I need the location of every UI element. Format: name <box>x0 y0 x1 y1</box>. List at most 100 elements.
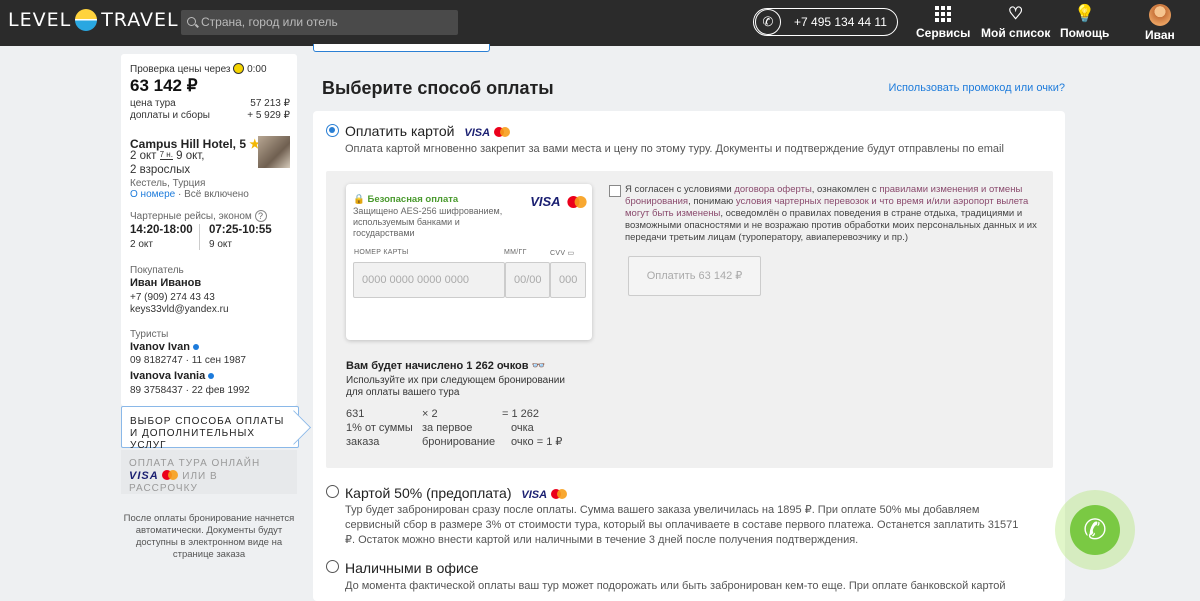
clock-icon <box>233 63 245 74</box>
top-bar: LEVEL TRAVEL Страна, город или отель ✆ +… <box>0 0 1200 46</box>
flights-label-text: Чартерные рейсы, эконом <box>130 211 252 222</box>
agree-text-1: Я согласен с условиями <box>625 184 735 195</box>
tourist-2-doc: 89 3758437 · 22 фев 1992 <box>130 385 250 396</box>
buyer-name: Иван Иванов <box>130 277 202 289</box>
step-payment-method[interactable]: ВЫБОР СПОСОБА ОПЛАТЫ И ДОПОЛНИТЕЛЬНЫХ УС… <box>121 406 299 451</box>
promo-link[interactable]: Использовать промокод или очки? <box>889 82 1065 94</box>
hotel-name-text: Campus Hill Hotel, 5 <box>130 137 247 151</box>
previous-section-edge <box>313 44 490 52</box>
calc-col-3: = 1 262 очка очко = 1 ₽ <box>502 407 562 449</box>
lightbulb-icon: 💡 <box>1074 4 1096 23</box>
price-check-label: Проверка цены через <box>130 64 231 75</box>
calc-b1: × 2 <box>422 408 438 420</box>
phone-button[interactable]: ✆ +7 495 134 44 11 <box>753 8 898 36</box>
expiry-input[interactable]: 00/00 <box>505 262 550 298</box>
pay-button[interactable]: Оплатить 63 142 ₽ <box>628 256 761 296</box>
step1-line1: ВЫБОР СПОСОБА ОПЛАТЫ <box>130 416 285 427</box>
price-check-timer: Проверка цены через 0:00 <box>130 63 267 75</box>
room-meal: О номере · Всё включено <box>130 189 249 200</box>
tour-price-label: цена тура <box>130 98 176 109</box>
tourist-1-name: Ivanov Ivan <box>130 341 199 353</box>
phone-number: +7 495 134 44 11 <box>794 15 887 29</box>
sun-logo-icon <box>75 9 98 31</box>
radio-card[interactable] <box>326 124 339 137</box>
flight-back-date: 9 окт <box>209 239 232 250</box>
nav-my-list[interactable]: ♡ Мой список <box>981 4 1050 40</box>
card-brands: VISA <box>530 193 587 211</box>
price-check-time: 0:00 <box>247 64 267 75</box>
option-cash-desc: До момента фактической оплаты ваш тур мо… <box>345 580 1006 592</box>
buyer-label: Покупатель <box>130 265 184 276</box>
option-card-desc: Оплата картой мгновенно закрепит за вами… <box>345 143 1004 155</box>
trip-dates: 2 окт 7 н. 9 окт, <box>130 150 204 162</box>
card-number-input[interactable]: 0000 0000 0000 0000 <box>353 262 505 298</box>
tourist-2-name-text: Ivanova Ivania <box>130 370 206 382</box>
agree-checkbox[interactable] <box>609 185 621 197</box>
tour-price-value: 57 213 ₽ <box>250 98 290 109</box>
help-icon[interactable]: ? <box>254 210 267 222</box>
date-from: 2 окт <box>130 150 157 162</box>
calc-a2: 1% от суммы <box>346 422 413 434</box>
secure-desc: Защищено AES-256 шифрованием, используем… <box>353 206 503 238</box>
nav-help-label: Помощь <box>1060 26 1110 40</box>
points-title-text: Вам будет начислено 1 262 очков <box>346 360 529 372</box>
logo[interactable]: LEVEL TRAVEL <box>8 9 179 31</box>
nav-services[interactable]: Сервисы <box>916 4 970 40</box>
hotel-thumbnail[interactable] <box>258 136 290 168</box>
card-number-label: НОМЕР КАРТЫ <box>354 249 409 256</box>
option-card[interactable]: Оплатить картой VISA <box>345 123 510 139</box>
fees-row: доплаты и сборы + 5 929 ₽ <box>130 110 290 121</box>
flights-label: Чартерные рейсы, эконом ? <box>130 210 267 222</box>
heart-icon: ♡ <box>1008 4 1024 23</box>
radio-half-payment[interactable] <box>326 485 339 498</box>
grid-icon <box>935 6 952 22</box>
agreement-text: Я согласен с условиями договора оферты, … <box>625 184 1037 244</box>
expiry-label: ММ/ГГ <box>504 249 527 256</box>
calc-a3: заказа <box>346 436 380 448</box>
card-back-icon: ▭ <box>567 250 575 257</box>
calc-c1: = 1 262 <box>502 408 540 420</box>
cvv-label-text: CVV <box>550 250 566 257</box>
agree-text-2: , ознакомлен с <box>811 184 880 195</box>
secure-title: 🔒 Безопасная оплата <box>353 194 458 205</box>
cvv-label: CVV ▭ <box>550 249 574 257</box>
mastercard-icon <box>567 196 587 208</box>
tour-price-row: цена тура 57 213 ₽ <box>130 98 290 109</box>
tourist-1-doc: 09 8182747 · 11 сен 1987 <box>130 355 246 366</box>
hotel-name[interactable]: Campus Hill Hotel, 5 ★ <box>130 137 260 151</box>
date-to: 9 окт, <box>176 150 205 162</box>
nights-count: 7 н. <box>159 150 173 160</box>
flight-back-time: 07:25-10:55 <box>209 224 272 236</box>
room-link[interactable]: О номере <box>130 189 175 200</box>
total-price: 63 142 ₽ <box>130 76 198 95</box>
mastercard-icon <box>493 127 510 137</box>
calc-b3: бронирование <box>422 436 496 448</box>
mastercard-icon <box>162 470 179 480</box>
meal-type: · Всё включено <box>177 189 249 200</box>
card-form: 🔒 Безопасная оплата VISA Защищено AES-25… <box>346 184 592 340</box>
points-info: Вам будет начислено 1 262 очков 👓 Исполь… <box>346 360 565 399</box>
calc-col-2: × 2 за первое бронирование <box>422 407 495 449</box>
visa-icon: VISA <box>129 470 159 482</box>
option-cash[interactable]: Наличными в офисе <box>345 560 479 576</box>
callback-button[interactable]: ✆ <box>1055 490 1135 570</box>
secure-title-text: Безопасная оплата <box>367 194 459 205</box>
option-half-payment[interactable]: Картой 50% (предоплата) VISA <box>345 485 567 501</box>
radio-cash[interactable] <box>326 560 339 573</box>
sidebar-note: После оплаты бронирование начнется автом… <box>123 513 295 560</box>
nav-user[interactable]: Иван <box>1145 4 1175 42</box>
cvv-input[interactable]: 000 <box>550 262 586 298</box>
tourist-1-name-text: Ivanov Ivan <box>130 341 190 353</box>
flight-out-date: 2 окт <box>130 239 153 250</box>
offer-link[interactable]: договора оферты <box>734 184 811 195</box>
step1-line2: И ДОПОЛНИТЕЛЬНЫХ УСЛУГ <box>130 428 255 451</box>
step-online-payment[interactable]: ОПЛАТА ТУРА ОНЛАЙН VISA ИЛИ В РАССРОЧКУ <box>121 450 297 494</box>
flight-out-time: 14:20-18:00 <box>130 224 193 236</box>
glasses-icon: 👓 <box>531 360 546 372</box>
search-icon <box>187 17 196 26</box>
search-input[interactable]: Страна, город или отель <box>181 10 458 35</box>
phone-icon: ✆ <box>1070 505 1120 555</box>
fees-value: + 5 929 ₽ <box>247 110 290 121</box>
points-desc-1: Используйте их при следующем бронировани… <box>346 375 565 386</box>
nav-help[interactable]: 💡 Помощь <box>1060 4 1109 40</box>
